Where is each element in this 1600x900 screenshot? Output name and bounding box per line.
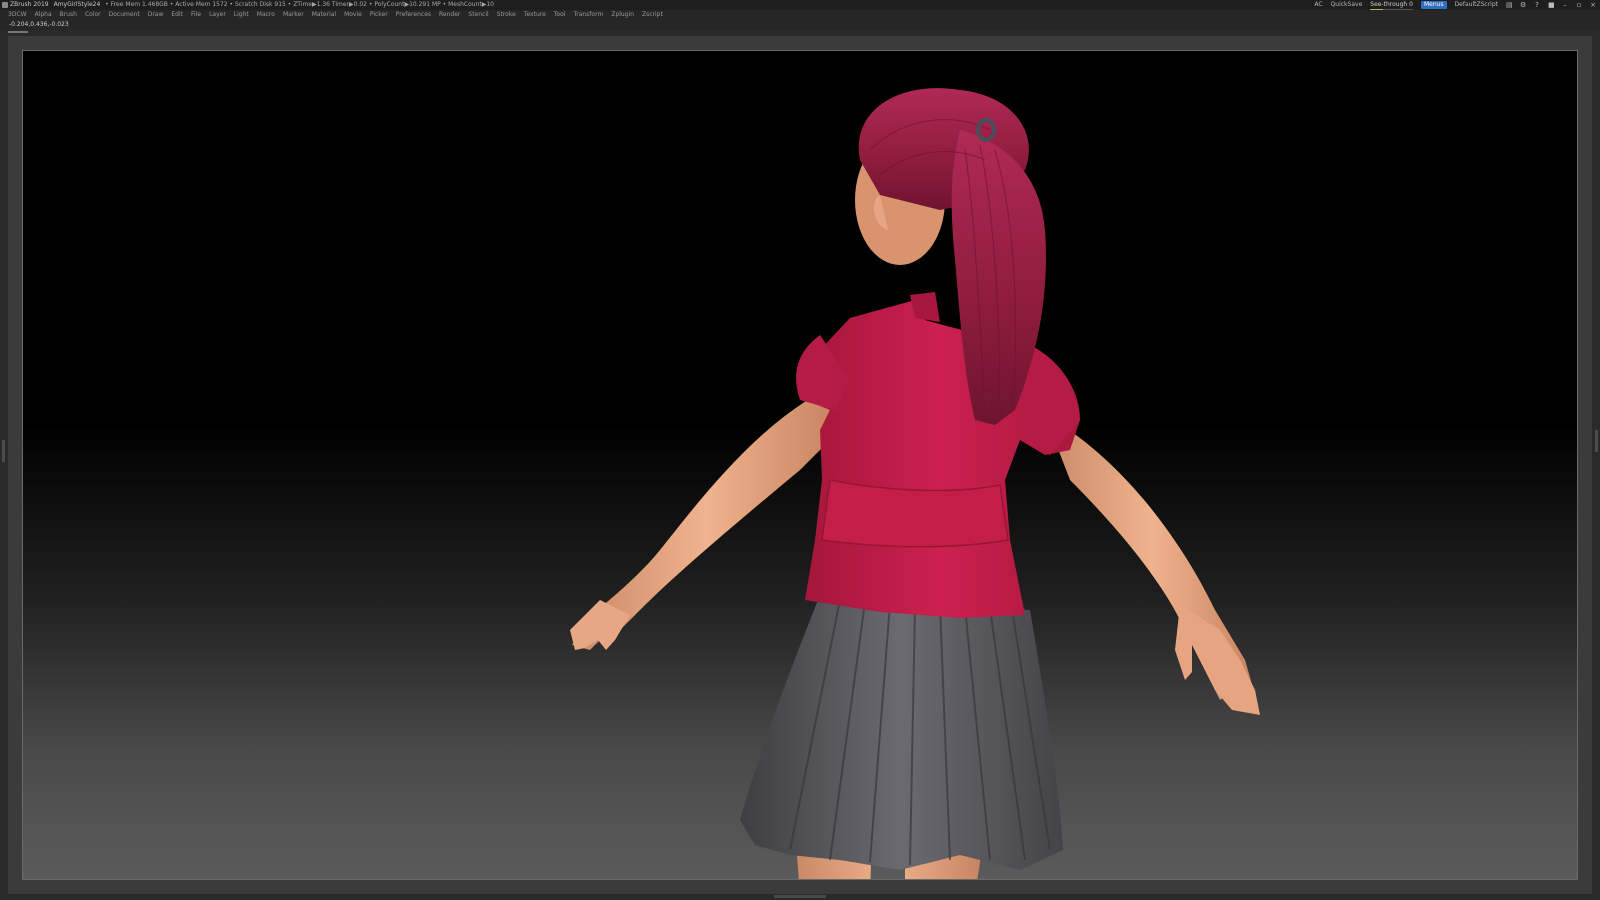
shirt: [800, 300, 1080, 618]
menu-item-marker[interactable]: Marker: [283, 10, 304, 20]
menu-item-3dcw[interactable]: 3DCW: [8, 10, 27, 20]
app-title: ZBrush 2019: [10, 1, 49, 8]
title-bar: ZBrush 2019 AmyGirlStyle24 • Free Mem 1.…: [0, 0, 1600, 10]
window-menu-icon[interactable]: ▤: [1506, 2, 1513, 9]
memory-status: • Free Mem 1.468GB • Active Mem 1572 • S…: [105, 1, 494, 8]
menu-item-color[interactable]: Color: [85, 10, 101, 20]
right-tray-handle[interactable]: [1595, 430, 1598, 452]
menu-item-document[interactable]: Document: [109, 10, 140, 20]
menu-item-alpha[interactable]: Alpha: [35, 10, 52, 20]
zbrush-logo-icon[interactable]: [2, 2, 8, 8]
title-bar-controls: AC QuickSave See-through 0 Menus Default…: [1306, 0, 1596, 10]
project-name: AmyGirlStyle24: [53, 1, 101, 8]
menu-item-stroke[interactable]: Stroke: [497, 10, 516, 20]
menu-item-movie[interactable]: Movie: [344, 10, 362, 20]
left-tray-handle[interactable]: [2, 440, 5, 462]
default-zscript-button[interactable]: DefaultZScript: [1455, 0, 1498, 10]
menu-item-draw[interactable]: Draw: [148, 10, 164, 20]
menu-item-stencil[interactable]: Stencil: [468, 10, 488, 20]
menu-item-transform[interactable]: Transform: [573, 10, 603, 20]
menu-item-texture[interactable]: Texture: [524, 10, 546, 20]
menu-item-render[interactable]: Render: [439, 10, 460, 20]
close-icon[interactable]: ×: [1590, 2, 1596, 9]
menu-item-file[interactable]: File: [191, 10, 201, 20]
menu-item-brush[interactable]: Brush: [60, 10, 77, 20]
tray-scroll-handle[interactable]: [8, 31, 28, 33]
menu-item-layer[interactable]: Layer: [209, 10, 226, 20]
see-through-slider[interactable]: See-through 0: [1370, 0, 1413, 10]
help-icon[interactable]: ?: [1534, 2, 1540, 9]
menu-item-zplugin[interactable]: Zplugin: [611, 10, 634, 20]
see-through-label: See-through: [1370, 1, 1408, 8]
menu-item-macro[interactable]: Macro: [257, 10, 275, 20]
quicksave-button[interactable]: QuickSave: [1331, 0, 1363, 10]
main-menu-bar: 3DCW Alpha Brush Color Document Draw Edit File L…: [0, 10, 1600, 20]
character-model[interactable]: [22, 50, 1578, 880]
lock-icon[interactable]: ■: [1548, 2, 1555, 9]
shirt-waist-band: [821, 479, 1009, 548]
document-canvas[interactable]: [22, 50, 1578, 880]
bottom-tray-handle[interactable]: [774, 895, 826, 898]
minimize-icon[interactable]: –: [1562, 2, 1568, 9]
gizmo-icon[interactable]: ⚙: [1520, 2, 1526, 9]
menu-item-preferences[interactable]: Preferences: [396, 10, 431, 20]
menu-item-zscript[interactable]: Zscript: [642, 10, 663, 20]
skirt: [740, 595, 1063, 870]
see-through-value: 0: [1409, 1, 1413, 8]
menus-toggle-button[interactable]: Menus: [1420, 1, 1447, 9]
menu-item-light[interactable]: Light: [234, 10, 249, 20]
cursor-coordinates: -0.204,0.436,-0.023: [9, 21, 69, 28]
menu-item-picker[interactable]: Picker: [370, 10, 388, 20]
menu-item-tool[interactable]: Tool: [554, 10, 566, 20]
ac-button[interactable]: AC: [1314, 0, 1322, 10]
maximize-icon[interactable]: ▫: [1576, 2, 1582, 9]
menu-item-edit[interactable]: Edit: [171, 10, 183, 20]
menu-item-material[interactable]: Material: [312, 10, 336, 20]
coordinates-bar: -0.204,0.436,-0.023: [0, 20, 1600, 30]
